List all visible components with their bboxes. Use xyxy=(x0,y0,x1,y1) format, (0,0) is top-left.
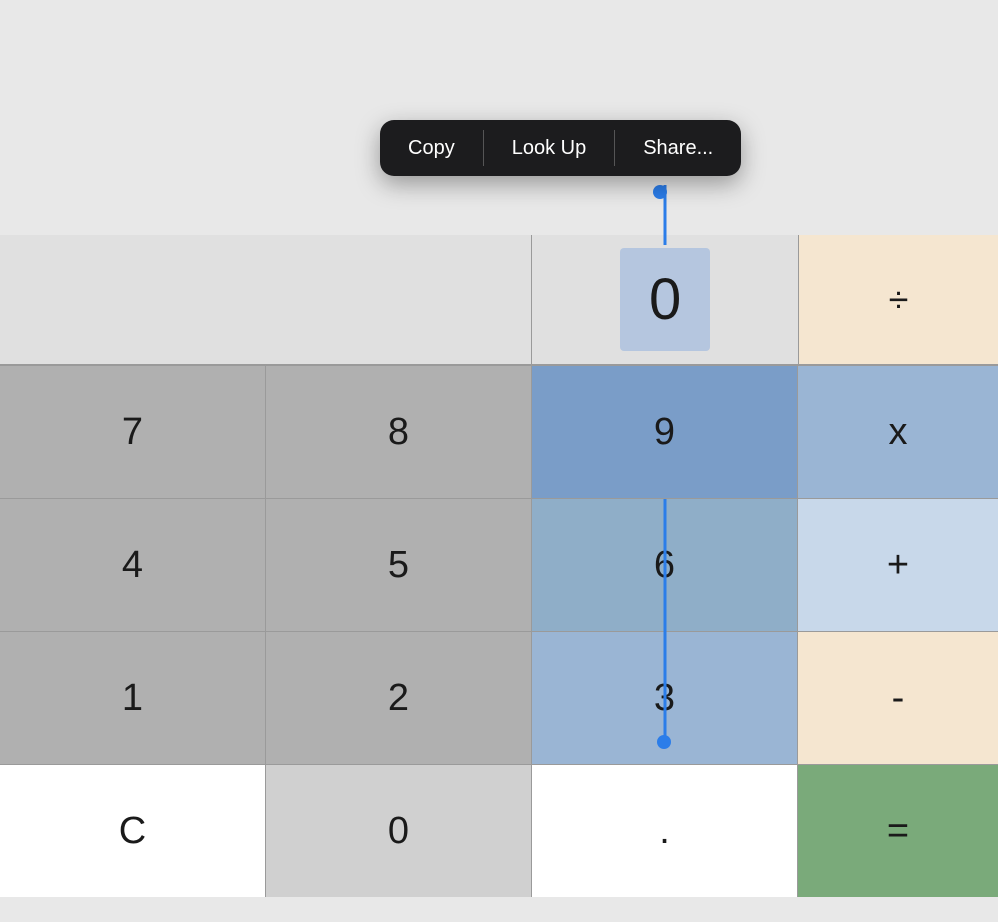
lookup-menu-item[interactable]: Look Up xyxy=(484,120,615,176)
key-3[interactable]: 3 xyxy=(532,632,798,764)
calc-row-456: 4 5 6 + xyxy=(0,498,998,631)
display-value: 0 xyxy=(649,266,681,333)
calc-row-123: 1 2 3 - xyxy=(0,631,998,764)
display-row: 0 ÷ xyxy=(0,235,998,365)
share-menu-item[interactable]: Share... xyxy=(615,120,741,176)
key-add-label: + xyxy=(887,544,909,587)
display-number-wrapper: 0 xyxy=(531,235,798,364)
key-decimal[interactable]: . xyxy=(532,765,798,897)
key-6[interactable]: 6 xyxy=(532,499,798,631)
key-9-label: 9 xyxy=(654,411,675,454)
key-0[interactable]: 0 xyxy=(266,765,532,897)
key-9[interactable]: 9 xyxy=(532,366,798,498)
key-7[interactable]: 7 xyxy=(0,366,266,498)
cursor-line-mid xyxy=(663,499,666,631)
copy-label: Copy xyxy=(408,137,455,160)
key-multiply-label: x xyxy=(889,411,908,454)
key-2[interactable]: 2 xyxy=(266,632,532,764)
context-menu: Copy Look Up Share... xyxy=(380,120,741,176)
share-label: Share... xyxy=(643,137,713,160)
cursor-line-top xyxy=(664,185,667,245)
key-8-label: 8 xyxy=(388,411,409,454)
key-clear[interactable]: C xyxy=(0,765,266,897)
key-add[interactable]: + xyxy=(798,499,998,631)
calculator-grid: 7 8 9 x 4 5 6 + 1 2 xyxy=(0,365,998,897)
key-7-label: 7 xyxy=(122,411,143,454)
key-equals-label: = xyxy=(887,810,909,853)
key-subtract-label: - xyxy=(892,677,905,720)
key-1-label: 1 xyxy=(122,677,143,720)
key-4[interactable]: 4 xyxy=(0,499,266,631)
display-operator[interactable]: ÷ xyxy=(798,235,998,364)
key-5-label: 5 xyxy=(388,544,409,587)
divide-operator: ÷ xyxy=(889,279,909,321)
key-5[interactable]: 5 xyxy=(266,499,532,631)
key-multiply[interactable]: x xyxy=(798,366,998,498)
copy-menu-item[interactable]: Copy xyxy=(380,120,483,176)
key-4-label: 4 xyxy=(122,544,143,587)
key-equals[interactable]: = xyxy=(798,765,998,897)
calc-row-789: 7 8 9 x xyxy=(0,365,998,498)
key-subtract[interactable]: - xyxy=(798,632,998,764)
key-0-label: 0 xyxy=(388,810,409,853)
key-1[interactable]: 1 xyxy=(0,632,266,764)
cursor-line-lower xyxy=(663,620,666,742)
key-2-label: 2 xyxy=(388,677,409,720)
key-8[interactable]: 8 xyxy=(266,366,532,498)
display-cell: 0 xyxy=(0,235,798,364)
key-decimal-label: . xyxy=(659,810,670,853)
cursor-dot-bottom xyxy=(657,735,671,749)
calc-row-bottom: C 0 . = xyxy=(0,764,998,897)
lookup-label: Look Up xyxy=(512,137,587,160)
key-clear-label: C xyxy=(119,810,146,853)
